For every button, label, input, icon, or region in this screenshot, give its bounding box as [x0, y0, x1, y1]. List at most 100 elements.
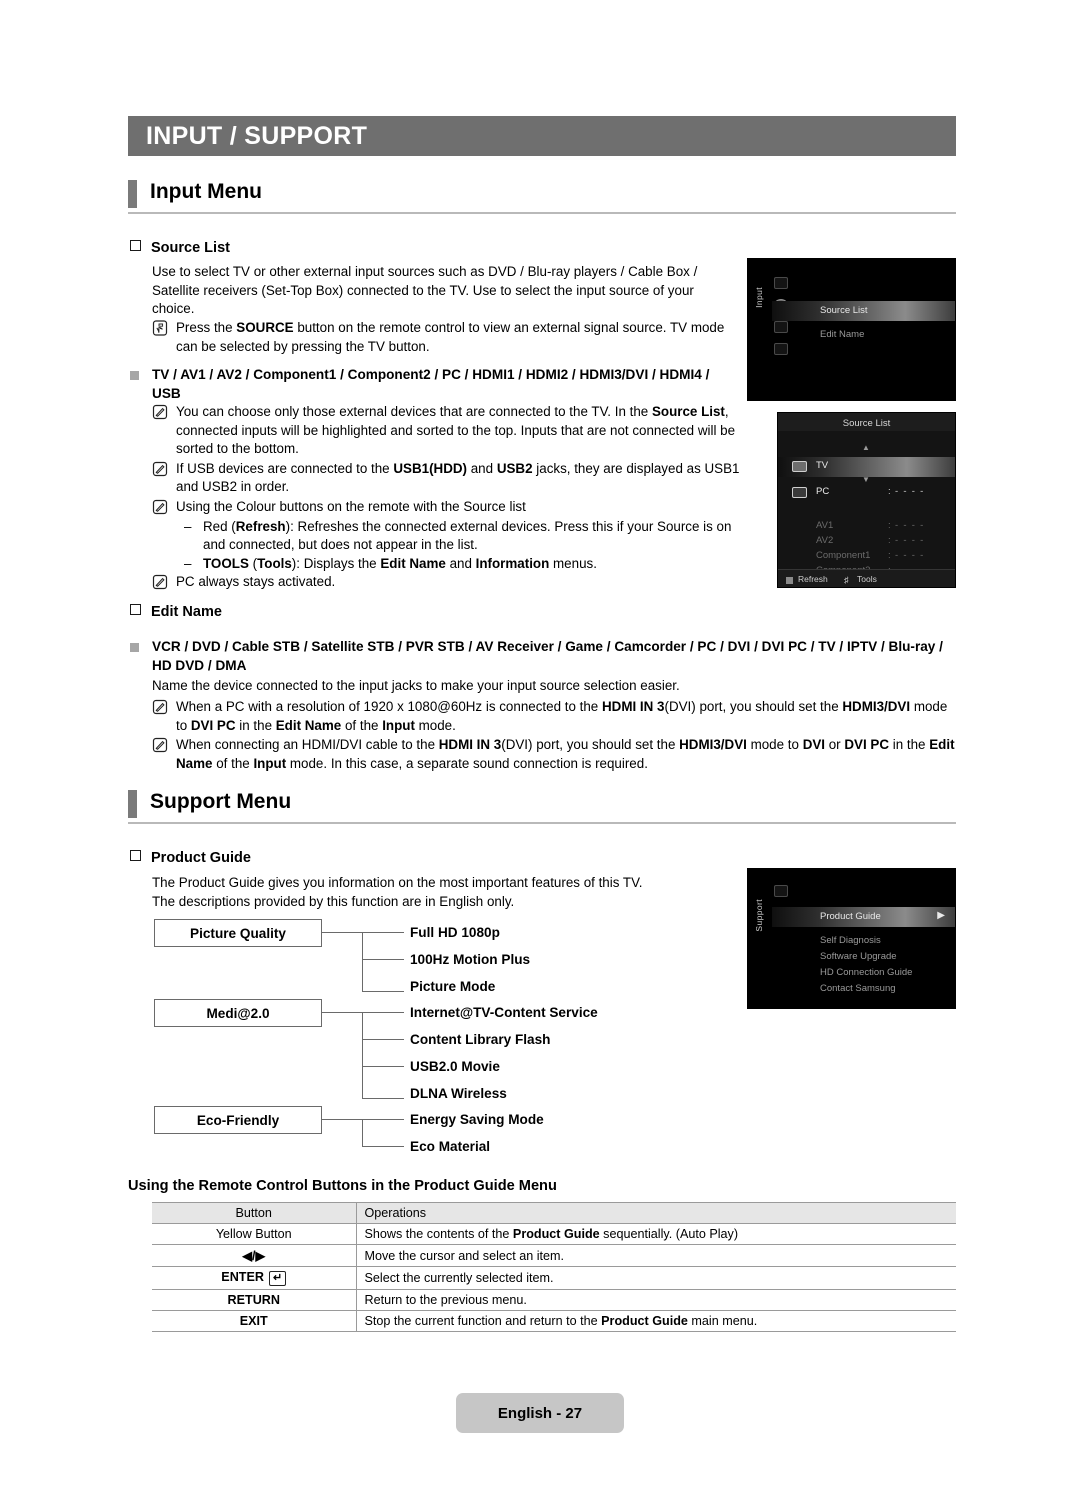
subheading-label: Source List: [151, 240, 230, 256]
osd-source-label: Component1: [816, 550, 871, 561]
pencil-note-icon: [152, 461, 168, 477]
section-rule: [128, 212, 956, 214]
table-cell-operation: Move the cursor and select an item.: [356, 1244, 956, 1267]
devices-list-text: VCR / DVD / Cable STB / Satellite STB / …: [152, 639, 943, 673]
osd-source-value: :- - - -: [888, 535, 925, 546]
osd-source-row-tv: TV: [778, 457, 955, 477]
tree-leaf: DLNA Wireless: [410, 1086, 507, 1101]
tools-icon: ♯: [844, 575, 849, 585]
table-cell-button: ENTER ↵: [152, 1266, 357, 1290]
note-item: PC always stays activated.: [152, 573, 752, 592]
osd-menu-icon: [774, 321, 788, 333]
osd-tools-label: Tools: [857, 574, 877, 584]
dash-marker: –: [184, 555, 192, 571]
table-cell-button: Yellow Button: [152, 1223, 357, 1245]
chapter-header-bar: INPUT / SUPPORT: [128, 116, 956, 156]
table-row: RETURN Return to the previous menu.: [152, 1289, 956, 1311]
source-list-hand-note: Press the SOURCE button on the remote co…: [152, 319, 730, 357]
pencil-note-icon: [152, 499, 168, 515]
table-cell-operation: Shows the contents of the Product Guide …: [356, 1223, 956, 1245]
subheading-label: Edit Name: [151, 604, 222, 620]
tv-icon: [792, 461, 807, 472]
tree-box-eco-friendly: Eco-Friendly: [154, 1106, 322, 1134]
osd-source-row-pc: PC :- - - -: [778, 483, 955, 503]
source-list-intro: Use to select TV or other external input…: [152, 264, 698, 317]
tree-connector: [362, 1098, 404, 1100]
table-cell-button: EXIT: [152, 1310, 357, 1332]
osd-source-value: :- - - -: [888, 486, 925, 497]
page-footer: English - 27: [456, 1393, 624, 1433]
osd-source-label: PC: [816, 486, 830, 497]
osd-side-label-input: Input: [754, 287, 764, 308]
table-header-button: Button: [152, 1202, 357, 1224]
chapter-title: INPUT / SUPPORT: [146, 121, 368, 150]
scroll-up-arrow-icon: ▲: [862, 443, 870, 452]
tree-leaf: Energy Saving Mode: [410, 1112, 544, 1127]
page-number-label: English - 27: [497, 1404, 583, 1422]
subheading-label: Product Guide: [151, 850, 251, 866]
table-row: ENTER ↵ Select the currently selected ite…: [152, 1266, 956, 1290]
tree-connector: [362, 1146, 404, 1148]
inputs-list-text: TV / AV1 / AV2 / Component1 / Component2…: [152, 367, 710, 401]
tree-leaf: Internet@TV-Content Service: [410, 1005, 598, 1020]
section-heading-support-menu: Support Menu: [128, 790, 956, 824]
tree-connector: [362, 1119, 364, 1147]
dash-text: Red (Refresh): Refreshes the connected e…: [203, 518, 732, 553]
tree-connector: [362, 1039, 404, 1041]
tree-leaf: Eco Material: [410, 1139, 491, 1154]
product-guide-intro-line1: The Product Guide gives you information …: [152, 875, 643, 890]
enter-key-icon: ↵: [268, 1271, 287, 1286]
dash-text: TOOLS (Tools): Displays the Edit Name an…: [203, 555, 597, 571]
osd-item-edit-name: Edit Name: [820, 329, 865, 340]
osd-menu-icon: [774, 343, 788, 355]
osd-source-label: AV2: [816, 535, 834, 546]
note-text: You can choose only those external devic…: [176, 404, 736, 457]
pc-icon: [792, 487, 807, 498]
table-cell-operation: Select the currently selected item.: [356, 1266, 956, 1290]
pencil-note-icon: [152, 404, 168, 420]
dash-item: – Red (Refresh): Refreshes the connected…: [184, 518, 752, 555]
osd-source-value: :- - - -: [888, 550, 925, 561]
hollow-square-icon: [130, 604, 141, 615]
enter-label: ENTER: [221, 1270, 264, 1284]
tree-connector: [362, 991, 404, 993]
osd-menu-icon: [774, 885, 788, 897]
osd-item-hd-connection-guide: HD Connection Guide: [820, 967, 913, 978]
osd-item-self-diagnosis: Self Diagnosis: [820, 935, 881, 946]
osd-item-contact-samsung: Contact Samsung: [820, 983, 896, 994]
tree-connector: [362, 1012, 404, 1014]
hollow-square-icon: [130, 850, 141, 861]
table-header-row: Button Operations: [152, 1202, 956, 1224]
tree-connector: [362, 932, 364, 992]
osd-source-label: AV1: [816, 520, 834, 531]
pencil-note-icon: [152, 737, 168, 753]
tree-connector: [322, 1012, 362, 1014]
note-item: If USB devices are connected to the USB1…: [152, 460, 752, 497]
osd-item-product-guide: Product Guide: [820, 911, 881, 922]
subheading-source-list: Source List: [130, 240, 230, 256]
source-list-notes: You can choose only those external devic…: [152, 403, 752, 593]
edit-name-intro: Name the device connected to the input j…: [152, 678, 680, 693]
table-cell-operation: Return to the previous menu.: [356, 1289, 956, 1311]
tree-leaf: Content Library Flash: [410, 1032, 551, 1047]
section-label: Input Menu: [150, 180, 262, 203]
osd-item-software-upgrade: Software Upgrade: [820, 951, 897, 962]
product-guide-intro-line2: The descriptions provided by this functi…: [152, 894, 515, 909]
section-tab-marker: [128, 790, 137, 818]
note-item: You can choose only those external devic…: [152, 403, 752, 459]
manual-page: INPUT / SUPPORT Input Menu Source List U…: [0, 0, 1080, 1488]
tree-connector: [362, 959, 404, 961]
note-text: If USB devices are connected to the USB1…: [176, 460, 740, 495]
osd-side-label-support: Support: [754, 899, 764, 932]
hand-note-text: Press the SOURCE button on the remote co…: [176, 320, 725, 354]
table-row: Yellow Button Shows the contents of the …: [152, 1223, 956, 1245]
edit-name-notes: When a PC with a resolution of 1920 x 10…: [152, 698, 956, 774]
note-item: When a PC with a resolution of 1920 x 10…: [152, 698, 956, 735]
tree-connector: [362, 1066, 404, 1068]
note-text: When connecting an HDMI/DVI cable to the…: [176, 737, 955, 771]
table-row: EXIT Stop the current function and retur…: [152, 1310, 956, 1332]
tree-box-picture-quality: Picture Quality: [154, 919, 322, 947]
osd-menu-icon: [774, 277, 788, 289]
dash-marker: –: [184, 518, 192, 534]
note-item: Using the Colour buttons on the remote w…: [152, 498, 752, 517]
